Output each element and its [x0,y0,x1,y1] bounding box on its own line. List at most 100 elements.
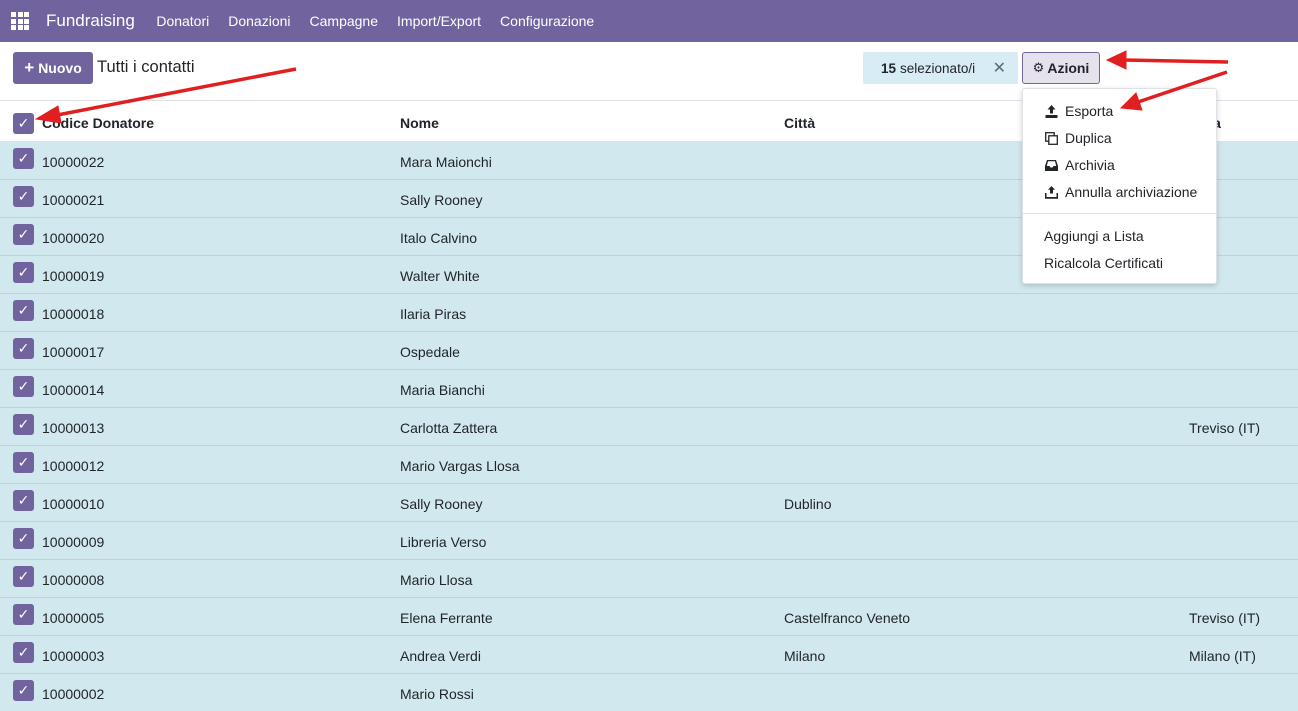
menu-item-ricalcola-certificati[interactable]: Ricalcola Certificati [1044,255,1163,271]
new-button[interactable]: + Nuovo [13,52,93,84]
menu-item-esporta[interactable]: Esporta [1044,103,1113,119]
nav-item-configurazione[interactable]: Configurazione [491,13,604,29]
top-navbar: Fundraising Donatori Donazioni Campagne … [0,0,1298,42]
row-checkbox[interactable]: ✓ [13,338,34,359]
select-all-checkbox[interactable]: ✓ [13,113,34,134]
cell-name: Walter White [400,268,480,284]
app-brand[interactable]: Fundraising [46,11,135,31]
cell-name: Ilaria Piras [400,306,467,322]
cell-city: Dublino [784,496,832,512]
menu-item-archivia[interactable]: Archivia [1044,157,1115,173]
menu-item-label: Esporta [1065,103,1114,119]
menu-item-label: Archivia [1065,157,1115,173]
table-row[interactable]: ✓ 10000013 Carlotta Zattera Treviso (IT) [0,408,1298,446]
row-checkbox[interactable]: ✓ [13,642,34,663]
table-row[interactable]: ✓ 10000008 Mario Llosa [0,560,1298,598]
cell-name: Mario Llosa [400,572,473,588]
unarchive-icon [1044,185,1058,199]
cell-name: Andrea Verdi [400,648,481,664]
menu-item-duplica[interactable]: Duplica [1044,130,1112,146]
clear-selection-icon[interactable]: ✕ [993,58,1006,78]
table-row[interactable]: ✓ 10000003 Andrea Verdi Milano Milano (I… [0,636,1298,674]
row-checkbox[interactable]: ✓ [13,224,34,245]
row-checkbox[interactable]: ✓ [13,452,34,473]
row-checkbox[interactable]: ✓ [13,376,34,397]
row-checkbox[interactable]: ✓ [13,490,34,511]
cell-name: Italo Calvino [400,230,478,246]
cell-code: 10000021 [42,192,105,208]
cell-code: 10000010 [42,496,105,512]
apps-menu-icon[interactable] [11,12,29,30]
cell-name: Sally Rooney [400,192,483,208]
cell-name: Libreria Verso [400,534,487,550]
menu-item-annulla-archiviazione[interactable]: Annulla archiviazione [1044,184,1197,200]
new-button-label: Nuovo [38,60,82,76]
plus-icon: + [24,58,35,77]
selected-label: selezionato/i [900,60,976,76]
table-row[interactable]: ✓ 10000005 Elena Ferrante Castelfranco V… [0,598,1298,636]
menu-divider [1023,213,1216,214]
row-checkbox[interactable]: ✓ [13,186,34,207]
copy-icon [1044,131,1058,145]
selection-badge: 15 selezionato/i ✕ [863,52,1018,84]
table-row[interactable]: ✓ 10000017 Ospedale [0,332,1298,370]
header-city[interactable]: Città [784,115,815,131]
cell-name: Elena Ferrante [400,610,493,626]
header-name[interactable]: Nome [400,115,439,131]
cell-name: Maria Bianchi [400,382,485,398]
cell-province: Milano (IT) [1189,648,1256,664]
table-row[interactable]: ✓ 10000002 Mario Rossi [0,674,1298,711]
cell-code: 10000018 [42,306,105,322]
cell-code: 10000019 [42,268,105,284]
cell-name: Mario Vargas Llosa [400,458,520,474]
cell-province: Treviso (IT) [1189,420,1261,436]
upload-icon [1044,104,1058,118]
row-checkbox[interactable]: ✓ [13,414,34,435]
row-checkbox[interactable]: ✓ [13,300,34,321]
inbox-icon [1044,158,1058,172]
actions-button[interactable]: ⚙ Azioni [1022,52,1100,84]
nav-item-donazioni[interactable]: Donazioni [219,13,300,29]
nav-item-import-export[interactable]: Import/Export [388,13,491,29]
table-row[interactable]: ✓ 10000009 Libreria Verso [0,522,1298,560]
cell-code: 10000002 [42,686,105,702]
nav-item-donatori[interactable]: Donatori [147,13,219,29]
cell-name: Sally Rooney [400,496,483,512]
cell-code: 10000014 [42,382,105,398]
row-checkbox[interactable]: ✓ [13,148,34,169]
selected-count: 15 [881,60,897,76]
cell-code: 10000012 [42,458,105,474]
table-row[interactable]: ✓ 10000010 Sally Rooney Dublino [0,484,1298,522]
cell-city: Milano [784,648,826,664]
row-checkbox[interactable]: ✓ [13,680,34,701]
cell-province: Treviso (IT) [1189,610,1261,626]
cell-code: 10000017 [42,344,105,360]
gear-icon: ⚙ [1032,60,1045,75]
table-row[interactable]: ✓ 10000012 Mario Vargas Llosa [0,446,1298,484]
cell-code: 10000022 [42,154,105,170]
actions-dropdown: Esporta Duplica Archivia Annulla archivi… [1022,88,1217,284]
row-checkbox[interactable]: ✓ [13,528,34,549]
cell-name: Ospedale [400,344,460,360]
cell-name: Mario Rossi [400,686,474,702]
row-checkbox[interactable]: ✓ [13,566,34,587]
cell-city: Castelfranco Veneto [784,610,911,626]
cell-code: 10000013 [42,420,105,436]
table-row[interactable]: ✓ 10000014 Maria Bianchi [0,370,1298,408]
cell-name: Carlotta Zattera [400,420,498,436]
row-checkbox[interactable]: ✓ [13,262,34,283]
cell-code: 10000005 [42,610,105,626]
menu-item-label: Annulla archiviazione [1065,184,1198,200]
row-checkbox[interactable]: ✓ [13,604,34,625]
cell-code: 10000020 [42,230,105,246]
cell-name: Mara Maionchi [400,154,492,170]
nav-item-campagne[interactable]: Campagne [300,13,388,29]
cell-code: 10000008 [42,572,105,588]
cell-code: 10000009 [42,534,105,550]
actions-button-label: Azioni [1047,60,1090,76]
header-code[interactable]: Codice Donatore [42,115,154,131]
menu-item-aggiungi-a-lista[interactable]: Aggiungi a Lista [1044,228,1144,244]
table-row[interactable]: ✓ 10000018 Ilaria Piras [0,294,1298,332]
menu-item-label: Duplica [1065,130,1112,146]
breadcrumb: Tutti i contatti [97,58,195,76]
